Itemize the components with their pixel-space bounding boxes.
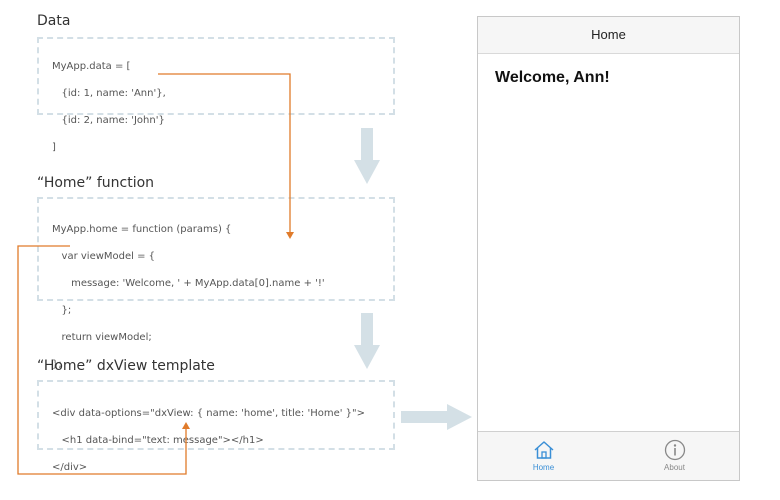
tab-bar: Home About (478, 431, 739, 480)
info-icon (664, 439, 685, 461)
welcome-message: Welcome, Ann! (495, 69, 610, 86)
tab-home[interactable]: Home (478, 432, 609, 480)
flow-arrow-function-to-template (354, 313, 380, 369)
connector-message-to-binding (17, 245, 190, 475)
tab-about[interactable]: About (609, 432, 740, 480)
phone-header: Home (478, 17, 739, 54)
tab-about-label: About (664, 463, 685, 472)
flow-arrow-template-to-phone (401, 404, 472, 430)
phone-preview: Home Welcome, Ann! Home About (477, 16, 740, 481)
connector-name-to-message (158, 73, 294, 239)
home-icon (534, 441, 553, 459)
phone-title: Home (591, 27, 626, 42)
tab-home-label: Home (532, 463, 555, 472)
flow-arrow-data-to-function (354, 128, 380, 184)
